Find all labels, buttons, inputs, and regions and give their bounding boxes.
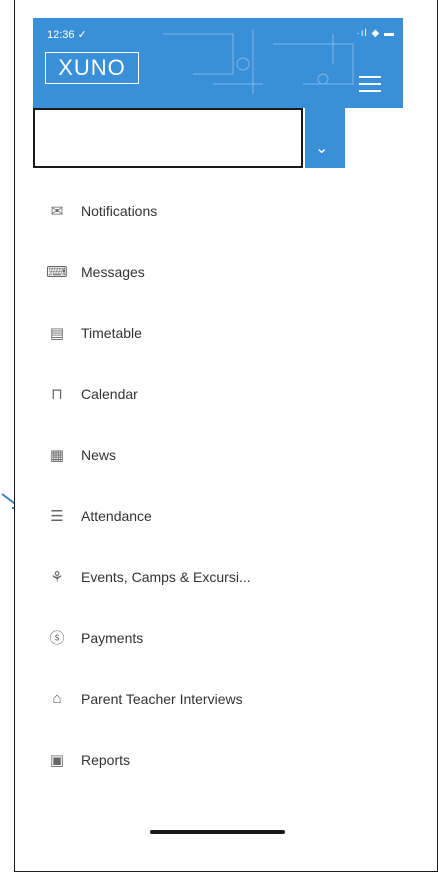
menu-item-label: Messages: [81, 263, 145, 280]
menu-item-label: Timetable: [81, 324, 142, 341]
menu-item-label: Payments: [81, 629, 144, 646]
timetable-icon: ▤: [49, 324, 65, 342]
interviews-icon: ⌂: [52, 690, 62, 707]
menu-item-label: Events, Camps & Excursi...: [81, 568, 251, 585]
menu-item-messages[interactable]: ⌨ Messages: [35, 241, 415, 302]
menu-item-news[interactable]: ▦ News: [35, 424, 415, 485]
menu-item-attendance[interactable]: ☰ Attendance: [35, 485, 415, 546]
menu-item-notifications[interactable]: ✉ Notifications: [35, 180, 415, 241]
selector-dropdown-button[interactable]: ⌄: [305, 108, 345, 168]
status-time: 12:36 ✓: [47, 29, 87, 41]
menu-item-payments[interactable]: ⓢ Payments: [35, 607, 415, 668]
student-selector[interactable]: [33, 108, 303, 168]
menu-item-reports[interactable]: ▣ Reports: [35, 729, 415, 790]
navigation-menu: ✉ Notifications ⌨ Messages ▤ Timetable ⊓…: [35, 180, 415, 790]
news-icon: ▦: [49, 446, 65, 464]
app-header: 12:36 ✓ ·ıl ◆ ▬ XUNO: [33, 18, 403, 108]
chevron-down-icon: ⌄: [315, 140, 329, 157]
menu-item-label: Reports: [81, 751, 131, 768]
notification-icon: ✉: [50, 202, 64, 220]
menu-item-label: Notifications: [81, 202, 158, 219]
header-background-pattern: [163, 29, 354, 94]
menu-item-label: Attendance: [81, 507, 152, 524]
home-indicator[interactable]: [150, 830, 285, 834]
menu-item-calendar[interactable]: ⊓ Calendar: [35, 363, 415, 424]
menu-item-label: Parent Teacher Interviews: [81, 690, 243, 707]
attendance-icon: ☰: [50, 507, 64, 525]
hamburger-icon[interactable]: [359, 76, 381, 94]
reports-icon: ▣: [49, 751, 65, 769]
events-icon: ⚘: [50, 568, 64, 586]
payments-icon: ⓢ: [49, 630, 65, 647]
menu-item-timetable[interactable]: ▤ Timetable: [35, 302, 415, 363]
menu-item-label: News: [81, 446, 117, 463]
menu-item-events[interactable]: ⚘ Events, Camps & Excursi...: [35, 546, 415, 607]
menu-item-label: Calendar: [81, 385, 138, 402]
xuno-logo: XUNO: [45, 52, 139, 84]
menu-item-parent-teacher-interviews[interactable]: ⌂ Parent Teacher Interviews: [35, 668, 415, 729]
phone-screen: 12:36 ✓ ·ıl ◆ ▬ XUNO ⌄ ✉ Notifications ⌨…: [14, 0, 438, 872]
messages-icon: ⌨: [46, 263, 68, 281]
calendar-icon: ⊓: [51, 385, 63, 403]
status-icons: ·ıl ◆ ▬: [356, 28, 395, 39]
